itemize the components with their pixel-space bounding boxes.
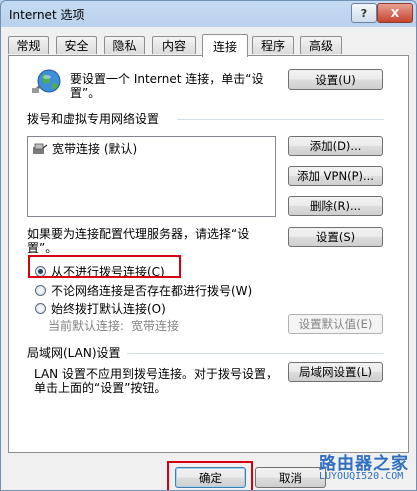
dialup-heading: 拨号和虚拟专用网络设置 [27,112,160,126]
lan-settings-button[interactable]: 局域网设置(L) [288,362,383,382]
tab-security[interactable]: 安全 [56,36,97,54]
radio-dial-whenever[interactable]: 不论网络连接是否存在都进行拨号(W) [35,282,252,299]
lan-heading: 局域网(LAN)设置 [27,346,121,360]
connection-list[interactable]: 宽带连接 (默认) [27,136,276,217]
tab-connections[interactable]: 连接 [202,34,248,57]
remove-button[interactable]: 删除(R)... [288,196,383,216]
proxy-description: 如果要为连接配置代理服务器，请选择“设置”。 [27,227,250,255]
tab-content[interactable]: 内容 [152,36,196,54]
close-icon: X [390,6,400,20]
site-watermark: 路由器之家 LUYOUQI520.COM [319,449,414,489]
lan-description: LAN 设置不应用到拨号连接。对于拨号设置，单击上面的“设置”按钮。 [34,367,278,395]
watermark-url: LUYOUQI520.COM [319,471,404,482]
help-button[interactable]: ? [351,3,377,23]
connection-label: 宽带连接 (默认) [52,142,138,156]
radio-button[interactable] [35,303,46,314]
setup-button[interactable]: 设置(U) [288,69,383,90]
tab-privacy[interactable]: 隐私 [104,36,145,54]
tab-strip: 常规 安全 隐私 内容 连接 程序 高级 [8,34,411,57]
radio-always-dial[interactable]: 始终拨打默认连接(O) [35,300,166,317]
tab-programs[interactable]: 程序 [252,36,294,54]
add-button[interactable]: 添加(D)... [288,136,383,156]
globe-network-icon [31,67,63,95]
broadband-connection-icon [33,143,48,154]
current-default-value: 宽带连接 [131,319,180,333]
cancel-button[interactable]: 取消 [255,467,326,488]
highlight-box-never-dial [28,255,181,278]
dialup-settings-button[interactable]: 设置(S) [288,227,383,247]
add-vpn-button[interactable]: 添加 VPN(P)... [288,166,383,186]
lan-separator [127,353,384,354]
dialup-separator [177,119,384,120]
internet-options-window: Internet 选项 ? X 常规 安全 隐私 内容 连接 程序 高级 要设置… [0,0,417,491]
window-title: Internet 选项 [9,8,85,22]
close-button[interactable]: X [377,3,413,23]
title-bar[interactable]: Internet 选项 ? X [1,1,416,27]
set-default-button[interactable]: 设置默认值(E) [288,314,383,334]
radio-button[interactable] [35,285,46,296]
current-default-label: 当前默认连接: [48,319,125,333]
list-item[interactable]: 宽带连接 (默认) [32,140,137,157]
tab-advanced[interactable]: 高级 [300,36,342,54]
highlight-box-ok [167,461,253,490]
tab-general[interactable]: 常规 [8,36,49,54]
setup-description: 要设置一个 Internet 连接，单击“设置”。 [70,72,264,100]
